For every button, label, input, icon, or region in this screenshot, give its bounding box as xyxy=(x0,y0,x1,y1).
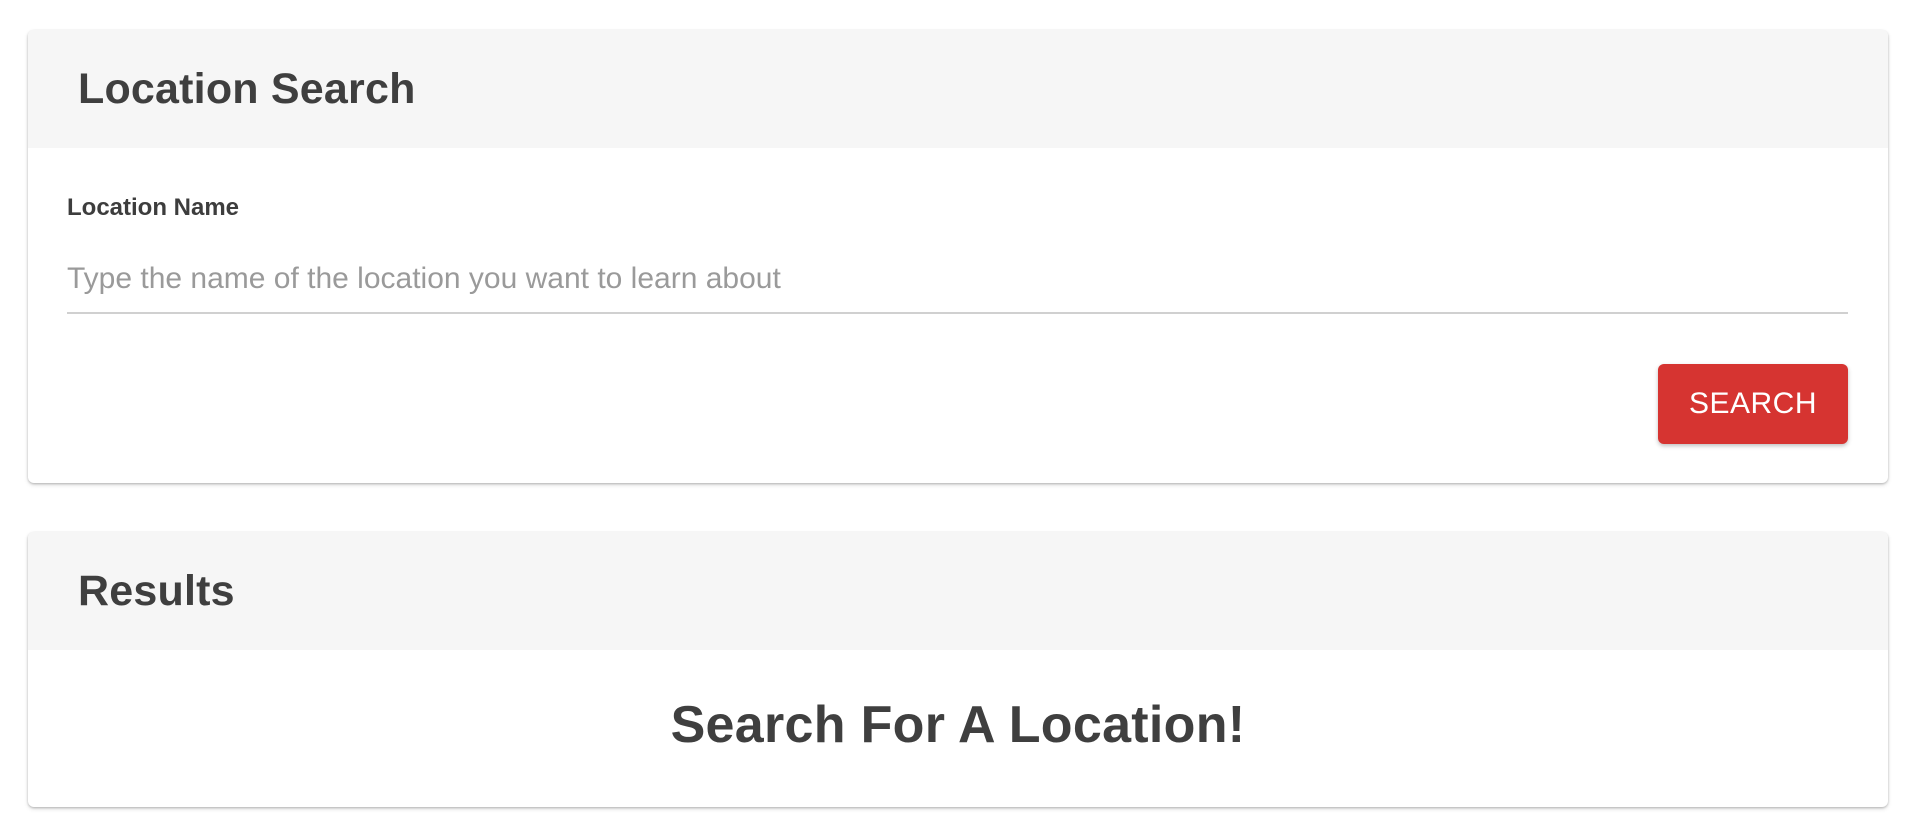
location-search-title: Location Search xyxy=(78,64,416,113)
results-card: Results Search For A Location! xyxy=(28,532,1888,807)
results-empty-message: Search For A Location! xyxy=(670,695,1246,754)
location-search-header: Location Search xyxy=(28,30,1888,148)
results-body: Search For A Location! xyxy=(28,650,1888,807)
search-button[interactable]: SEARCH xyxy=(1658,364,1848,444)
results-header: Results xyxy=(28,532,1888,650)
location-search-body: Location Name xyxy=(28,148,1888,483)
location-search-card: Location Search Location Name SEARCH xyxy=(28,30,1888,483)
location-name-input[interactable] xyxy=(67,254,1848,314)
location-name-label: Location Name xyxy=(67,194,240,221)
results-title: Results xyxy=(78,566,235,615)
